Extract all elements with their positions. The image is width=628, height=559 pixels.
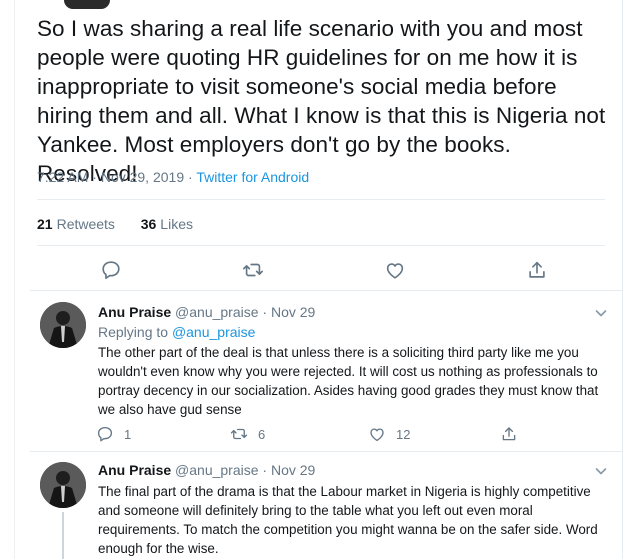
reply-header: Anu Praise @anu_praise · Nov 29	[98, 304, 315, 320]
likes-label: Likes	[160, 216, 193, 232]
header-separator: ·	[262, 304, 268, 320]
likes-stat[interactable]: 36 Likes	[141, 216, 193, 232]
reply-date[interactable]: Nov 29	[271, 304, 315, 320]
author-name[interactable]: Anu Praise	[98, 304, 171, 320]
replying-to: Replying to @anu_praise	[98, 324, 255, 340]
like-action[interactable]: 12	[368, 425, 410, 443]
chevron-down-icon[interactable]	[594, 306, 608, 320]
meta-separator: ·	[188, 169, 193, 185]
cropped-avatar	[64, 0, 110, 9]
avatar[interactable]	[40, 302, 86, 348]
timeline-right-border	[622, 0, 623, 559]
divider	[37, 245, 605, 246]
likes-count: 36	[140, 216, 157, 232]
retweet-icon[interactable]	[242, 259, 264, 281]
divider	[30, 290, 622, 291]
share-action[interactable]	[500, 425, 528, 443]
replying-to-prefix: Replying to	[98, 324, 169, 340]
reply-header: Anu Praise @anu_praise · Nov 29	[98, 462, 315, 478]
author-name[interactable]: Anu Praise	[98, 462, 171, 478]
author-handle[interactable]: @anu_praise	[175, 462, 259, 478]
reply-count: 1	[124, 426, 132, 442]
tweet-detail-page: So I was sharing a real life scenario wi…	[0, 0, 628, 559]
retweets-count: 21	[37, 216, 53, 232]
reply-text: The final part of the drama is that the …	[98, 484, 598, 556]
retweet-icon	[230, 428, 248, 440]
divider	[30, 451, 622, 452]
retweets-stat[interactable]: 21 Retweets	[37, 216, 115, 232]
like-count: 12	[396, 426, 411, 442]
reply-icon	[97, 426, 113, 442]
avatar[interactable]	[40, 462, 86, 508]
tweet-date[interactable]: Nov 29, 2019	[101, 169, 184, 185]
retweet-action[interactable]: 6	[230, 425, 265, 443]
like-icon[interactable]	[384, 259, 406, 281]
retweets-label: Retweets	[56, 216, 115, 232]
thread-line	[62, 512, 64, 559]
meta-separator: ·	[92, 169, 97, 185]
tweet-stats: 21 Retweets 36 Likes	[37, 216, 193, 232]
header-separator: ·	[262, 462, 268, 478]
tweet-source-link[interactable]: Twitter for Android	[196, 169, 309, 185]
share-icon[interactable]	[526, 259, 548, 281]
tweet-time[interactable]: 7:22 AM	[37, 169, 88, 185]
retweet-count: 6	[258, 426, 266, 442]
share-icon	[502, 427, 516, 441]
author-handle[interactable]: @anu_praise	[175, 304, 259, 320]
reply-action[interactable]: 1	[96, 425, 131, 443]
reply-text: The other part of the deal is that unles…	[98, 345, 599, 417]
timeline-left-edge	[14, 0, 15, 559]
tweet-metadata: 7:22 AM · Nov 29, 2019 · Twitter for And…	[37, 169, 309, 185]
divider	[37, 199, 605, 200]
chevron-down-icon[interactable]	[594, 464, 608, 478]
like-icon	[370, 428, 384, 442]
reply-date[interactable]: Nov 29	[271, 462, 315, 478]
replying-to-handle[interactable]: @anu_praise	[172, 324, 256, 340]
main-tweet-text: So I was sharing a real life scenario wi…	[37, 16, 606, 186]
reply-icon[interactable]	[100, 259, 122, 281]
